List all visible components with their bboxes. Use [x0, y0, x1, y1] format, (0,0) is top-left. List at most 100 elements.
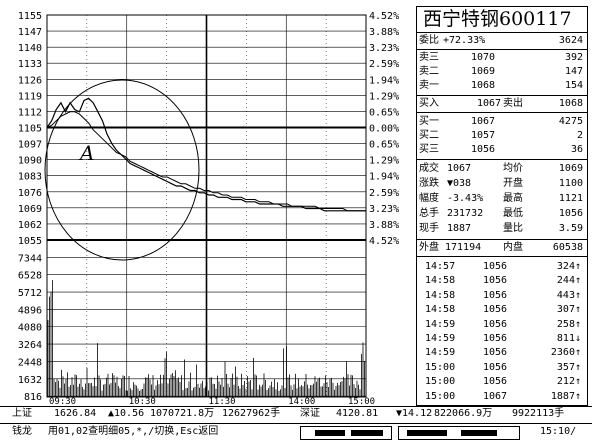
tick-row: 15:00 1067 1887↑ [417, 390, 587, 403]
price-tick-label: 1155 [18, 11, 42, 22]
buy-row: 买一 1067 4275 [417, 115, 587, 128]
order-price: 1067 [471, 116, 496, 127]
tick-price: 1056 [483, 261, 508, 272]
tick-row: 14:59 1056 258↑ [417, 318, 587, 331]
order-price: 1069 [471, 66, 496, 77]
pct-tick-label: 3.23% [369, 204, 399, 215]
order-label: 卖三 [419, 52, 439, 63]
stat-value: 1067 [447, 163, 472, 174]
tick-price: 1056 [483, 361, 508, 373]
tick-time: 14:58 [425, 289, 456, 301]
price-tick-label: 1090 [18, 156, 42, 167]
price-tick-label: 1062 [18, 220, 42, 231]
tick-volume: 324↑ [556, 261, 581, 272]
weibi-label: 委比 [419, 35, 439, 46]
tick-row: 14:57 1056 324↑ [417, 260, 587, 273]
order-qty: 154 [564, 80, 583, 91]
tick-time: 14:58 [425, 275, 456, 287]
pct-tick-label: 0.65% [369, 140, 399, 151]
sh-change: ▲10.56 [108, 408, 145, 419]
stat-row: 现手 1887 量比 3.59 [417, 222, 587, 235]
time-tick-label: 14:00 [288, 397, 315, 406]
price-tick-label: 1126 [18, 75, 42, 86]
buyin-price: 1067 [477, 98, 502, 109]
time-tick-label: 11:30 [209, 397, 236, 406]
sellout-price: 1068 [558, 98, 583, 109]
buy-row: 买三 1056 36 [417, 143, 587, 156]
order-qty: 147 [564, 66, 583, 77]
stat-label: 开盘 [503, 178, 523, 189]
neipan-label: 内盘 [503, 242, 523, 253]
order-qty: 2 [576, 130, 583, 141]
time-tick-label: 15:00 [348, 397, 375, 406]
tick-price: 1056 [483, 333, 508, 344]
stat-label: 总手 [419, 208, 439, 219]
sz-change: ▼14.12 [396, 408, 433, 419]
stat-row: 涨跌 ▼038 开盘 1100 [417, 177, 587, 190]
stat-label: 现手 [419, 223, 439, 234]
pct-tick-label: 2.59% [369, 188, 399, 199]
tick-time: 14:59 [425, 318, 456, 330]
pct-tick-label: 1.29% [369, 156, 399, 167]
tick-volume: 212↑ [556, 376, 581, 388]
sz-label: 深证 [300, 408, 320, 419]
tick-price: 1056 [483, 304, 508, 316]
pct-tick-label: 3.88% [369, 220, 399, 231]
weibi-value: +72.33% [443, 35, 486, 46]
sh-amount: 1070721.8万 [150, 408, 215, 419]
tick-row: 15:00 1056 357↑ [417, 361, 587, 374]
pct-tick-label: 1.94% [369, 75, 399, 86]
sell-row: 卖一 1068 154 [417, 79, 587, 92]
pct-tick-label: 0.65% [369, 107, 399, 118]
volume-tick-label: 1632 [18, 375, 42, 386]
order-price: 1070 [471, 52, 496, 63]
price-tick-label: 1147 [18, 27, 42, 38]
neipan-value: 60538 [552, 242, 583, 253]
stat-label: 最低 [503, 208, 523, 219]
tick-volume: 244↑ [556, 275, 581, 287]
order-qty: 4275 [558, 116, 583, 127]
stat-value: 1069 [558, 163, 583, 174]
tick-price: 1056 [483, 376, 508, 388]
tick-volume: 2360↑ [550, 347, 581, 359]
stock-title: 西宁特钢600117 [423, 8, 572, 30]
stat-value: 3.59 [558, 223, 583, 234]
progress-block-2 [398, 426, 520, 440]
pct-tick-label: 1.94% [369, 172, 399, 183]
tick-price: 1067 [483, 390, 508, 402]
price-tick-label: 1133 [18, 59, 42, 70]
order-label: 买三 [419, 144, 439, 155]
intraday-chart: 1155 4.52% 1147 3.88% 1140 3.23% 1133 2.59% 1126… [18, 11, 399, 406]
volume-tick-label: 4080 [18, 323, 42, 334]
stat-label: 涨跌 [419, 178, 439, 189]
tick-volume: 443↑ [556, 289, 581, 301]
tick-row: 14:59 1056 811↓ [417, 332, 587, 345]
tick-price: 1056 [483, 347, 508, 359]
tick-row: 14:59 1056 2360↑ [417, 346, 587, 359]
volume-tick-label: 2448 [18, 357, 42, 368]
tick-row: 14:58 1056 443↑ [417, 289, 587, 302]
order-label: 卖一 [419, 80, 439, 91]
tick-volume: 307↑ [556, 304, 581, 316]
command-hint: 用01,02查明细05,*,/切换,Esc返回 [48, 426, 219, 437]
tick-price: 1056 [483, 275, 508, 287]
stat-label: 成交 [419, 163, 439, 174]
tick-time: 14:58 [425, 304, 456, 316]
order-label: 买一 [419, 116, 439, 127]
order-price: 1056 [471, 144, 496, 155]
sz-index: 4120.81 [336, 408, 379, 419]
tick-volume: 811↓ [556, 333, 581, 344]
time-tick-label: 09:30 [49, 397, 76, 406]
stat-value: 1100 [558, 178, 583, 189]
order-qty: 36 [570, 144, 583, 155]
weicha-value: 3624 [558, 35, 583, 46]
brand-label: 钱龙 [12, 426, 32, 437]
sh-volume: 12627962手 [222, 408, 281, 419]
buyin-label: 买入 [419, 98, 439, 109]
tick-volume: 357↑ [556, 361, 581, 373]
stat-value: -3.43% [447, 193, 484, 204]
price-tick-label: 1069 [18, 204, 42, 215]
tick-time: 15:00 [425, 376, 456, 388]
stat-row: 幅度 -3.43% 最高 1121 [417, 192, 587, 205]
stat-value: 231732 [447, 208, 484, 219]
